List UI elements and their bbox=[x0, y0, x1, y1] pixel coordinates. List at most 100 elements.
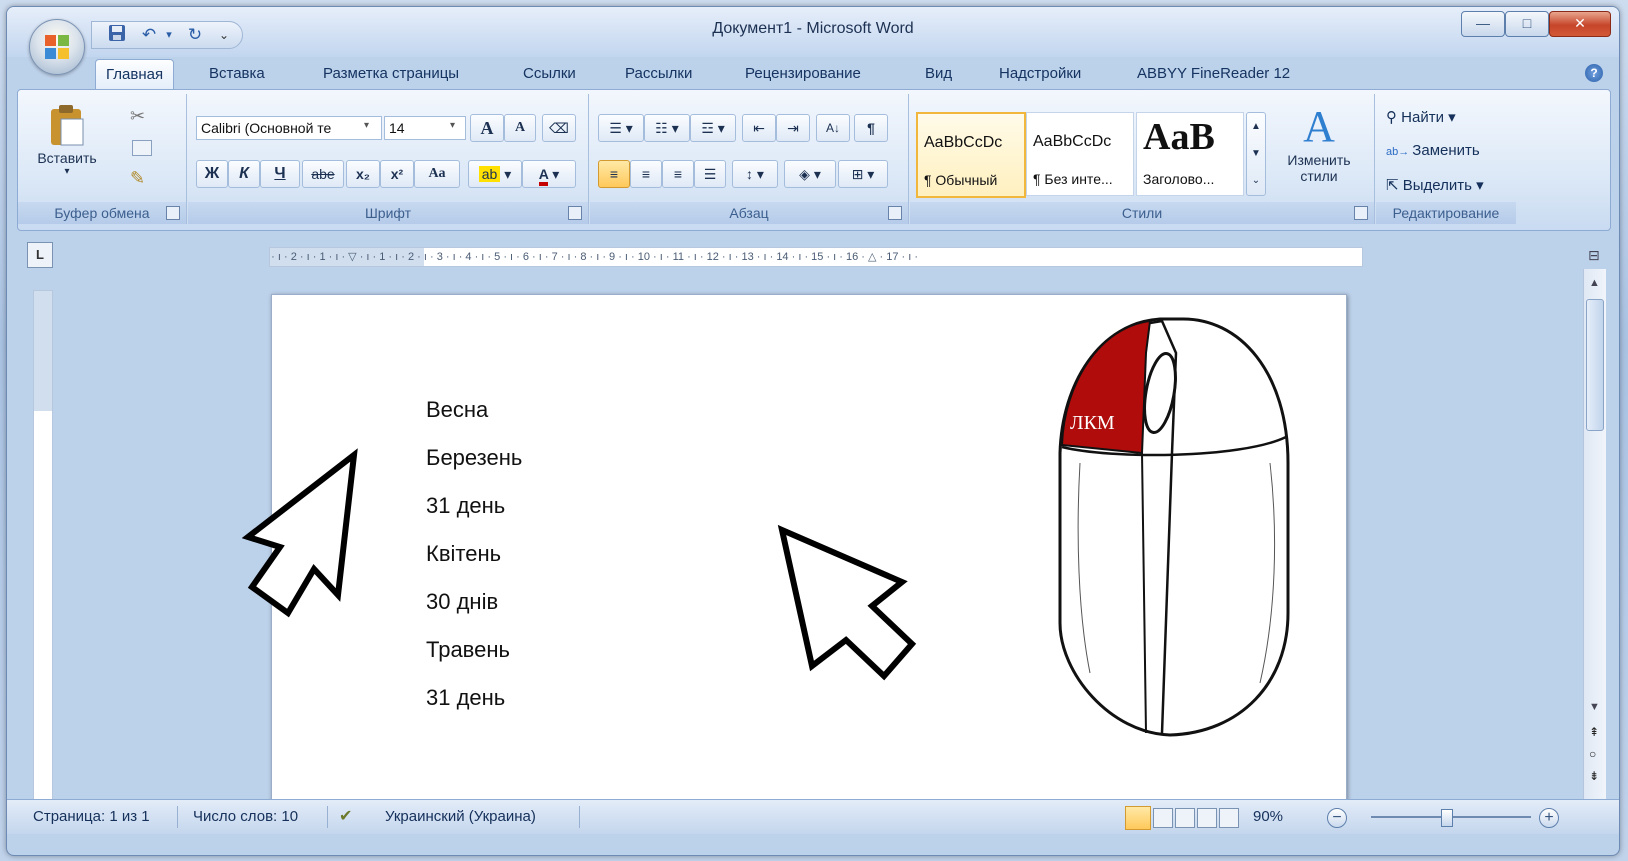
language-indicator[interactable]: Украинский (Украина) bbox=[385, 800, 536, 834]
zoom-slider-thumb[interactable] bbox=[1441, 809, 1453, 827]
numbering-icon[interactable]: ☷ ▾ bbox=[644, 114, 690, 142]
document-line[interactable]: Весна bbox=[426, 397, 488, 423]
line-spacing-icon[interactable]: ↕ ▾ bbox=[732, 160, 778, 188]
minimize-button[interactable]: — bbox=[1461, 11, 1505, 37]
document-page[interactable]: Весна Березень 31 день Квітень 30 днів Т… bbox=[242, 294, 1347, 817]
shrink-font-button[interactable]: A bbox=[504, 114, 536, 142]
justify-icon[interactable]: ☰ bbox=[694, 160, 726, 188]
style-no-spacing-tile[interactable]: AaBbCcDc ¶ Без инте... bbox=[1026, 112, 1134, 196]
document-line[interactable]: Квітень bbox=[426, 541, 501, 567]
proofing-icon[interactable]: ✔ bbox=[339, 800, 352, 834]
paragraph-launcher-icon[interactable] bbox=[888, 206, 902, 220]
document-line[interactable]: 30 днів bbox=[426, 589, 498, 615]
word-count[interactable]: Число слов: 10 bbox=[193, 800, 298, 834]
font-launcher-icon[interactable] bbox=[568, 206, 582, 220]
align-center-icon[interactable]: ≡ bbox=[630, 160, 662, 188]
maximize-button[interactable]: □ bbox=[1505, 11, 1549, 37]
redo-icon[interactable]: ↻ bbox=[184, 24, 206, 46]
outline-view-icon[interactable] bbox=[1197, 808, 1217, 828]
highlight-color-icon[interactable]: ab ▾ bbox=[468, 160, 522, 188]
scroll-thumb[interactable] bbox=[1586, 299, 1604, 431]
borders-icon[interactable]: ⊞ ▾ bbox=[838, 160, 888, 188]
clipboard-launcher-icon[interactable] bbox=[166, 206, 180, 220]
undo-dropdown-icon[interactable]: ▾ bbox=[162, 24, 176, 46]
strikethrough-button[interactable]: abe bbox=[302, 160, 344, 188]
document-area[interactable]: Весна Березень 31 день Квітень 30 днів Т… bbox=[59, 269, 1577, 817]
close-button[interactable]: ✕ bbox=[1549, 11, 1611, 37]
tab-insert[interactable]: Вставка bbox=[199, 59, 275, 89]
undo-icon[interactable]: ↶ bbox=[138, 24, 160, 46]
superscript-button[interactable]: x² bbox=[380, 160, 414, 188]
title-bar: Документ1 - Microsoft Word ↶ ▾ ↻ ⌄ — □ ✕ bbox=[7, 7, 1619, 57]
multilevel-list-icon[interactable]: ☲ ▾ bbox=[690, 114, 736, 142]
clear-formatting-icon[interactable]: ⌫ bbox=[542, 114, 576, 142]
tab-mailings[interactable]: Рассылки bbox=[615, 59, 702, 89]
scroll-up-icon[interactable]: ▲ bbox=[1589, 277, 1600, 289]
split-icon[interactable]: ⊟ bbox=[1588, 247, 1600, 264]
zoom-out-icon[interactable]: − bbox=[1327, 808, 1347, 828]
find-button[interactable]: ⚲ Найти ▾ bbox=[1386, 108, 1456, 126]
italic-button[interactable]: К bbox=[228, 160, 260, 188]
grow-font-button[interactable]: A bbox=[470, 114, 504, 142]
shading-icon[interactable]: ◈ ▾ bbox=[784, 160, 836, 188]
vertical-ruler[interactable] bbox=[33, 290, 53, 800]
vertical-scrollbar[interactable]: ⊟ ▲ ▼ ⇞ ○ ⇟ bbox=[1583, 247, 1606, 817]
browse-object-icon[interactable]: ○ bbox=[1589, 747, 1596, 761]
styles-launcher-icon[interactable] bbox=[1354, 206, 1368, 220]
previous-page-icon[interactable]: ⇞ bbox=[1589, 725, 1599, 739]
help-icon[interactable]: ? bbox=[1585, 64, 1603, 82]
cut-icon[interactable]: ✂ bbox=[130, 106, 145, 127]
font-color-icon[interactable]: A ▾ bbox=[522, 160, 576, 188]
tab-review[interactable]: Рецензирование bbox=[735, 59, 871, 89]
print-layout-view-icon[interactable] bbox=[1125, 806, 1151, 830]
document-line[interactable]: Березень bbox=[426, 445, 522, 471]
font-name-dropdown-icon[interactable]: ▾ bbox=[364, 120, 369, 131]
tab-abbyy[interactable]: ABBYY FineReader 12 bbox=[1127, 59, 1300, 89]
tab-selector-button[interactable]: L bbox=[27, 242, 53, 268]
paste-dropdown-icon[interactable]: ▾ bbox=[27, 166, 107, 177]
tab-references[interactable]: Ссылки bbox=[513, 59, 586, 89]
zoom-in-icon[interactable]: + bbox=[1539, 808, 1559, 828]
tab-home[interactable]: Главная bbox=[95, 59, 175, 90]
web-layout-icon[interactable] bbox=[1175, 808, 1195, 828]
draft-view-icon[interactable] bbox=[1219, 808, 1239, 828]
style-heading-tile[interactable]: AaB Заголово... bbox=[1136, 112, 1244, 196]
align-right-icon[interactable]: ≡ bbox=[662, 160, 694, 188]
select-button[interactable]: ⇱ Выделить ▾ bbox=[1386, 176, 1484, 194]
replace-button[interactable]: ab→ Заменить bbox=[1386, 142, 1480, 159]
zoom-slider[interactable] bbox=[1371, 809, 1531, 827]
styles-scroll-icon[interactable]: ▲ ▼ ⌄ bbox=[1246, 112, 1266, 196]
document-line[interactable]: 31 день bbox=[426, 685, 505, 711]
tab-page-layout[interactable]: Разметка страницы bbox=[313, 59, 469, 89]
sort-icon[interactable]: A↓ bbox=[816, 114, 850, 142]
font-size-dropdown-icon[interactable]: ▾ bbox=[450, 120, 455, 131]
customize-qat-icon[interactable]: ⌄ bbox=[216, 24, 232, 46]
copy-icon[interactable] bbox=[132, 140, 152, 156]
zoom-level[interactable]: 90% bbox=[1253, 800, 1283, 834]
paste-button[interactable]: Вставить ▾ bbox=[26, 98, 108, 196]
full-screen-reading-icon[interactable] bbox=[1153, 808, 1173, 828]
scroll-down-icon[interactable]: ▼ bbox=[1589, 701, 1600, 713]
align-left-icon[interactable]: ≡ bbox=[598, 160, 630, 188]
decrease-indent-icon[interactable]: ⇤ bbox=[742, 114, 776, 142]
font-name-field[interactable]: Calibri (Основной те bbox=[196, 116, 382, 140]
change-styles-button[interactable]: A Изменить стили bbox=[1274, 102, 1364, 184]
document-line[interactable]: 31 день bbox=[426, 493, 505, 519]
subscript-button[interactable]: x₂ bbox=[346, 160, 380, 188]
format-painter-icon[interactable]: ✎ bbox=[130, 168, 145, 189]
document-line[interactable]: Травень bbox=[426, 637, 510, 663]
increase-indent-icon[interactable]: ⇥ bbox=[776, 114, 810, 142]
tab-view[interactable]: Вид bbox=[915, 59, 962, 89]
underline-button[interactable]: Ч bbox=[260, 160, 300, 188]
horizontal-ruler[interactable]: 3 · ı · 2 · ı · 1 · ı · ▽ · ı · 1 · ı · … bbox=[269, 247, 1363, 267]
style-normal-tile[interactable]: AaBbCcDc ¶ Обычный bbox=[916, 112, 1026, 198]
change-case-button[interactable]: Aa bbox=[414, 160, 460, 188]
bullets-icon[interactable]: ☰ ▾ bbox=[598, 114, 644, 142]
show-marks-icon[interactable]: ¶ bbox=[854, 114, 888, 142]
next-page-icon[interactable]: ⇟ bbox=[1589, 769, 1599, 783]
save-icon[interactable] bbox=[106, 24, 128, 46]
bold-button[interactable]: Ж bbox=[196, 160, 228, 188]
office-button[interactable] bbox=[29, 19, 85, 75]
tab-addins[interactable]: Надстройки bbox=[989, 59, 1091, 89]
page-count[interactable]: Страница: 1 из 1 bbox=[33, 800, 150, 834]
